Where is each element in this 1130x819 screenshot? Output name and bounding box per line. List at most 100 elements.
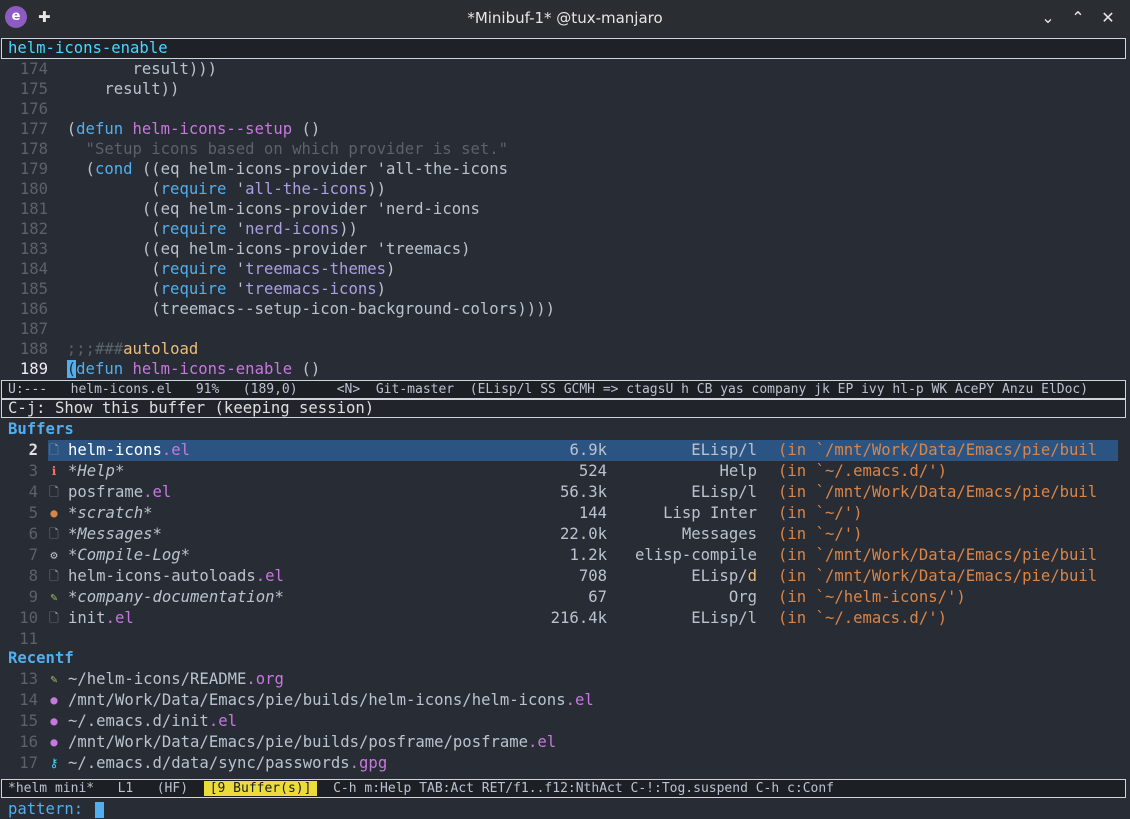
row-number: 15 [19, 712, 38, 730]
close-button[interactable]: ✕ [1096, 6, 1120, 30]
buffer-size: 56.3k [560, 483, 607, 501]
code-token: ((eq helm-icons-provider ' [66, 200, 386, 218]
file-icon: 🗋 [49, 569, 59, 583]
code-token: treemacs-themes [245, 260, 386, 278]
buffer-mode: Lisp Inter [663, 504, 757, 522]
recentf-path[interactable]: ~/helm-icons/README.org [68, 669, 284, 690]
recentf-basename: ~/.emacs.d/data/sync/passwords [68, 754, 350, 772]
code-token: "Setup icons based on which provider is … [66, 140, 509, 158]
org-icon: ✎ [50, 672, 58, 686]
code-token: ( [66, 120, 77, 138]
row-number: 11 [19, 630, 38, 648]
buffer-mode: ELisp/l [691, 483, 757, 501]
line-number: 176 [19, 100, 48, 118]
file-icon: 🗋 [49, 611, 59, 625]
buffer-row[interactable]: 7 ⚙ *Compile-Log* 1.2k elisp-compile (in `/mn… [0, 545, 1130, 566]
recentf-path[interactable]: ~/.emacs.d/init.el [68, 711, 237, 732]
gears-icon: ⚙ [50, 548, 58, 562]
code-token: treemacs [385, 240, 462, 258]
row-number: 17 [19, 754, 38, 772]
code-token: ( [66, 220, 161, 238]
buffer-row[interactable]: 8 🗋 helm-icons-autoloads.el 708 ELisp/d (in `… [0, 566, 1130, 587]
line-number: 183 [19, 240, 48, 258]
buffer-row[interactable]: 6 🗋 *Messages* 22.0k Messages (in `~/') [0, 524, 1130, 545]
helm-line-pos: L1 [117, 781, 134, 796]
line-number: 179 [19, 160, 48, 178]
pattern-input-cursor[interactable] [94, 801, 104, 818]
key-icon: ⚷ [49, 756, 59, 770]
buffer-name[interactable]: *Compile-Log* [68, 545, 190, 566]
maximize-button[interactable]: ⌃ [1066, 6, 1090, 30]
buffer-mode: Messages [681, 525, 757, 543]
elisp-icon: ● [50, 693, 58, 707]
buffer-mode: ELisp/l [691, 441, 757, 459]
buffer-row[interactable]: 4 🗋 posframe.el 56.3k ELisp/l (in `/mnt/Work/… [0, 482, 1130, 503]
buffer-row[interactable]: 10 🗋 init.el 216.4k ELisp/l (in `~/.emacs.d/'… [0, 608, 1130, 629]
buffer-path: (in `/mnt/Work/Data/Emacs/pie/buil [778, 441, 1098, 459]
code-token: () [292, 360, 321, 378]
row-number: 13 [19, 670, 38, 688]
recentf-row[interactable]: 15 ● ~/.emacs.d/init.el [0, 711, 1130, 732]
buffer-basename: helm-icons [68, 441, 162, 459]
recentf-row[interactable]: 17 ⚷ ~/.emacs.d/data/sync/passwords.gpg [0, 753, 1130, 774]
recentf-row[interactable]: 16 ● /mnt/Work/Data/Emacs/pie/builds/posfr… [0, 732, 1130, 753]
code-token: ' [226, 280, 246, 298]
file-icon: 🗋 [49, 527, 59, 541]
buffer-path: (in `/mnt/Work/Data/Emacs/pie/buil [778, 567, 1098, 585]
buffer-row[interactable]: 5 ● *scratch* 144 Lisp Inter (in `~/') [0, 503, 1130, 524]
recentf-path[interactable]: /mnt/Work/Data/Emacs/pie/builds/posframe… [68, 732, 556, 753]
recentf-row[interactable]: 14 ● /mnt/Work/Data/Emacs/pie/builds/helm-… [0, 690, 1130, 711]
elisp-icon: ● [50, 714, 58, 728]
buffer-row[interactable]: 2 🗋 helm-icons.el 6.9k ELisp/l (in `/mnt/Work… [0, 440, 1130, 461]
buffer-row[interactable]: 11 [0, 629, 1130, 650]
recentf-section-title: Recentf [8, 649, 74, 667]
buffer-name[interactable]: init.el [68, 608, 134, 629]
line-number: 188 [19, 340, 48, 358]
code-token: ) [376, 280, 386, 298]
buffer-size: 1.2k [569, 546, 607, 564]
code-token: nerd-icons [385, 200, 480, 218]
recentf-basename: ~/helm-icons/README [68, 670, 247, 688]
buffer-mode: Org [728, 588, 757, 606]
code-token: ((eq helm-icons-provider ' [132, 160, 386, 178]
buffer-row[interactable]: 9 ✎ *company-documentation* 67 Org (in `~/hel… [0, 587, 1130, 608]
buffer-name[interactable]: *Help* [68, 461, 124, 482]
buffer-basename: posframe [68, 483, 144, 501]
buffer-extension: .el [105, 609, 134, 627]
code-token: treemacs-icons [245, 280, 377, 298]
minibuffer[interactable]: pattern: [0, 799, 1130, 819]
buffer-size: 67 [588, 588, 607, 606]
buffer-basename: *Help* [68, 462, 125, 480]
code-token: require [160, 280, 227, 298]
recentf-basename: /mnt/Work/Data/Emacs/pie/builds/helm-ico… [68, 691, 566, 709]
buffer-mode: ELisp/l [691, 609, 757, 627]
buffer-name[interactable]: *company-documentation* [68, 587, 284, 608]
buffer-name[interactable]: helm-icons-autoloads.el [68, 566, 284, 587]
recentf-row[interactable]: 13 ✎ ~/helm-icons/README.org [0, 669, 1130, 690]
recentf-extension: .org [246, 670, 284, 688]
code-token: require [160, 180, 227, 198]
buffer-basename: *Compile-Log* [68, 546, 191, 564]
row-number: 5 [28, 504, 38, 522]
buffer-extension: .el [255, 567, 284, 585]
buffer-mode: elisp-compile [634, 546, 757, 564]
code-line: 185 (require 'treemacs-icons) [0, 279, 1130, 299]
buffer-name[interactable]: *scratch* [68, 503, 153, 524]
row-number: 6 [28, 525, 38, 543]
code-token: ( [66, 160, 95, 178]
buffer-basename: *scratch* [68, 504, 153, 522]
helm-mode-line: *helm mini* L1 (HF) [9 Buffer(s)] C-h m:… [1, 779, 1126, 798]
mode-line: U:--- helm-icons.el 91% (189,0) <N> Git-… [1, 380, 1126, 399]
window-title: *Minibuf-1* @tux-manjaro [467, 9, 663, 27]
minimize-button[interactable]: ⌄ [1036, 6, 1060, 30]
recentf-path[interactable]: /mnt/Work/Data/Emacs/pie/builds/helm-ico… [68, 690, 594, 711]
code-token: )) [367, 180, 387, 198]
recentf-path[interactable]: ~/.emacs.d/data/sync/passwords.gpg [68, 753, 387, 774]
code-token: ( [66, 360, 77, 378]
buffer-name[interactable]: helm-icons.el [68, 440, 190, 461]
code-token: result))) [66, 60, 217, 78]
buffer-name[interactable]: *Messages* [68, 524, 162, 545]
buffer-name[interactable]: posframe.el [68, 482, 171, 503]
buffer-row[interactable]: 3 ℹ *Help* 524 Help (in `~/.emacs.d/') [0, 461, 1130, 482]
